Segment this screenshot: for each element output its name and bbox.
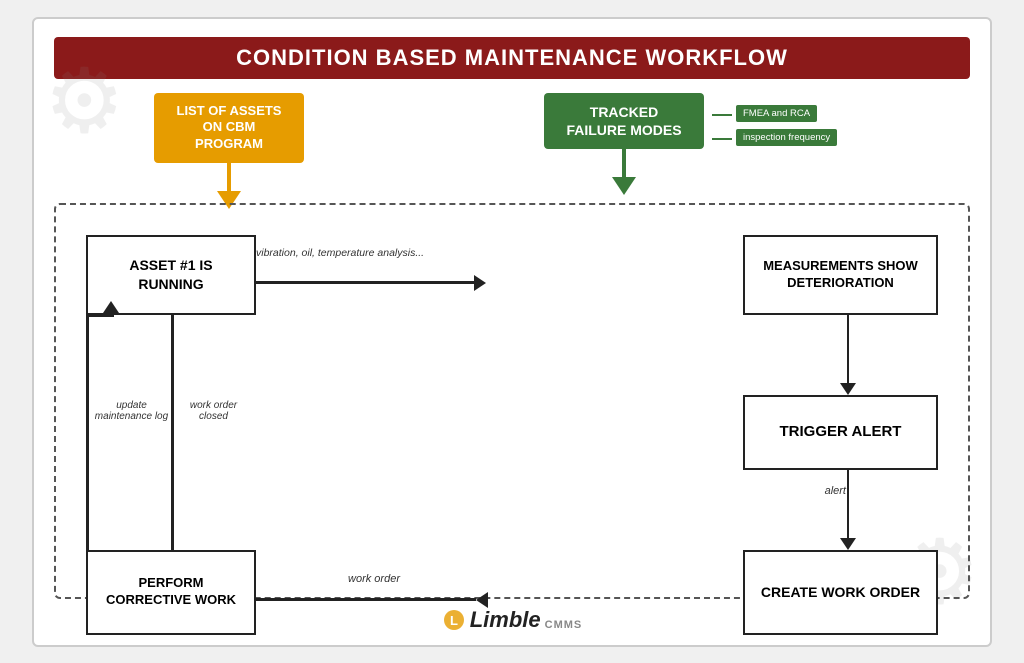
update-log-annotation: update maintenance log	[94, 400, 169, 422]
vibration-annotation: vibration, oil, temperature analysis...	[256, 247, 484, 259]
arrow-asset-to-measurements	[256, 275, 486, 291]
fmea-label-2: inspection frequency	[736, 129, 837, 146]
limble-logo-icon: L	[442, 608, 466, 632]
assets-label: LIST OF ASSETS ON CBM PROGRAM	[154, 93, 304, 164]
trigger-node: TRIGGER ALERT	[743, 395, 938, 470]
arrow-wo-to-perform	[256, 592, 488, 608]
work-order-annotation: work order	[260, 573, 488, 585]
arrow-trigger-to-wo	[840, 470, 856, 550]
measurements-node: MEASUREMENTS SHOW DETERIORATION	[743, 235, 938, 315]
logo-bar: L Limble CMMS	[442, 607, 583, 633]
page-title: CONDITION BASED MAINTENANCE WORKFLOW	[54, 37, 970, 79]
tracked-label: TRACKED FAILURE MODES	[544, 93, 704, 149]
main-card: ⚙ ⚙ CONDITION BASED MAINTENANCE WORKFLOW…	[32, 17, 992, 647]
arrow-perform-up-v	[86, 315, 89, 550]
arrow-up-to-asset	[103, 301, 119, 317]
logo-cmms-text: CMMS	[545, 619, 583, 631]
alert-annotation: alert	[825, 485, 846, 497]
create-wo-node: CREATE WORK ORDER	[743, 550, 938, 635]
arrow-meas-to-trigger	[840, 315, 856, 395]
workflow-box: ASSET #1 IS RUNNING MEASUREMENTS SHOW DE…	[54, 203, 970, 599]
logo-limble-text: Limble	[470, 607, 541, 633]
fmea-label-1: FMEA and RCA	[736, 105, 817, 122]
perform-node: PERFORM CORRECTIVE WORK	[86, 550, 256, 635]
wo-closed-annotation: work order closed	[176, 400, 251, 422]
svg-text:L: L	[450, 613, 458, 628]
arrow-wo-closed-v	[171, 315, 174, 550]
